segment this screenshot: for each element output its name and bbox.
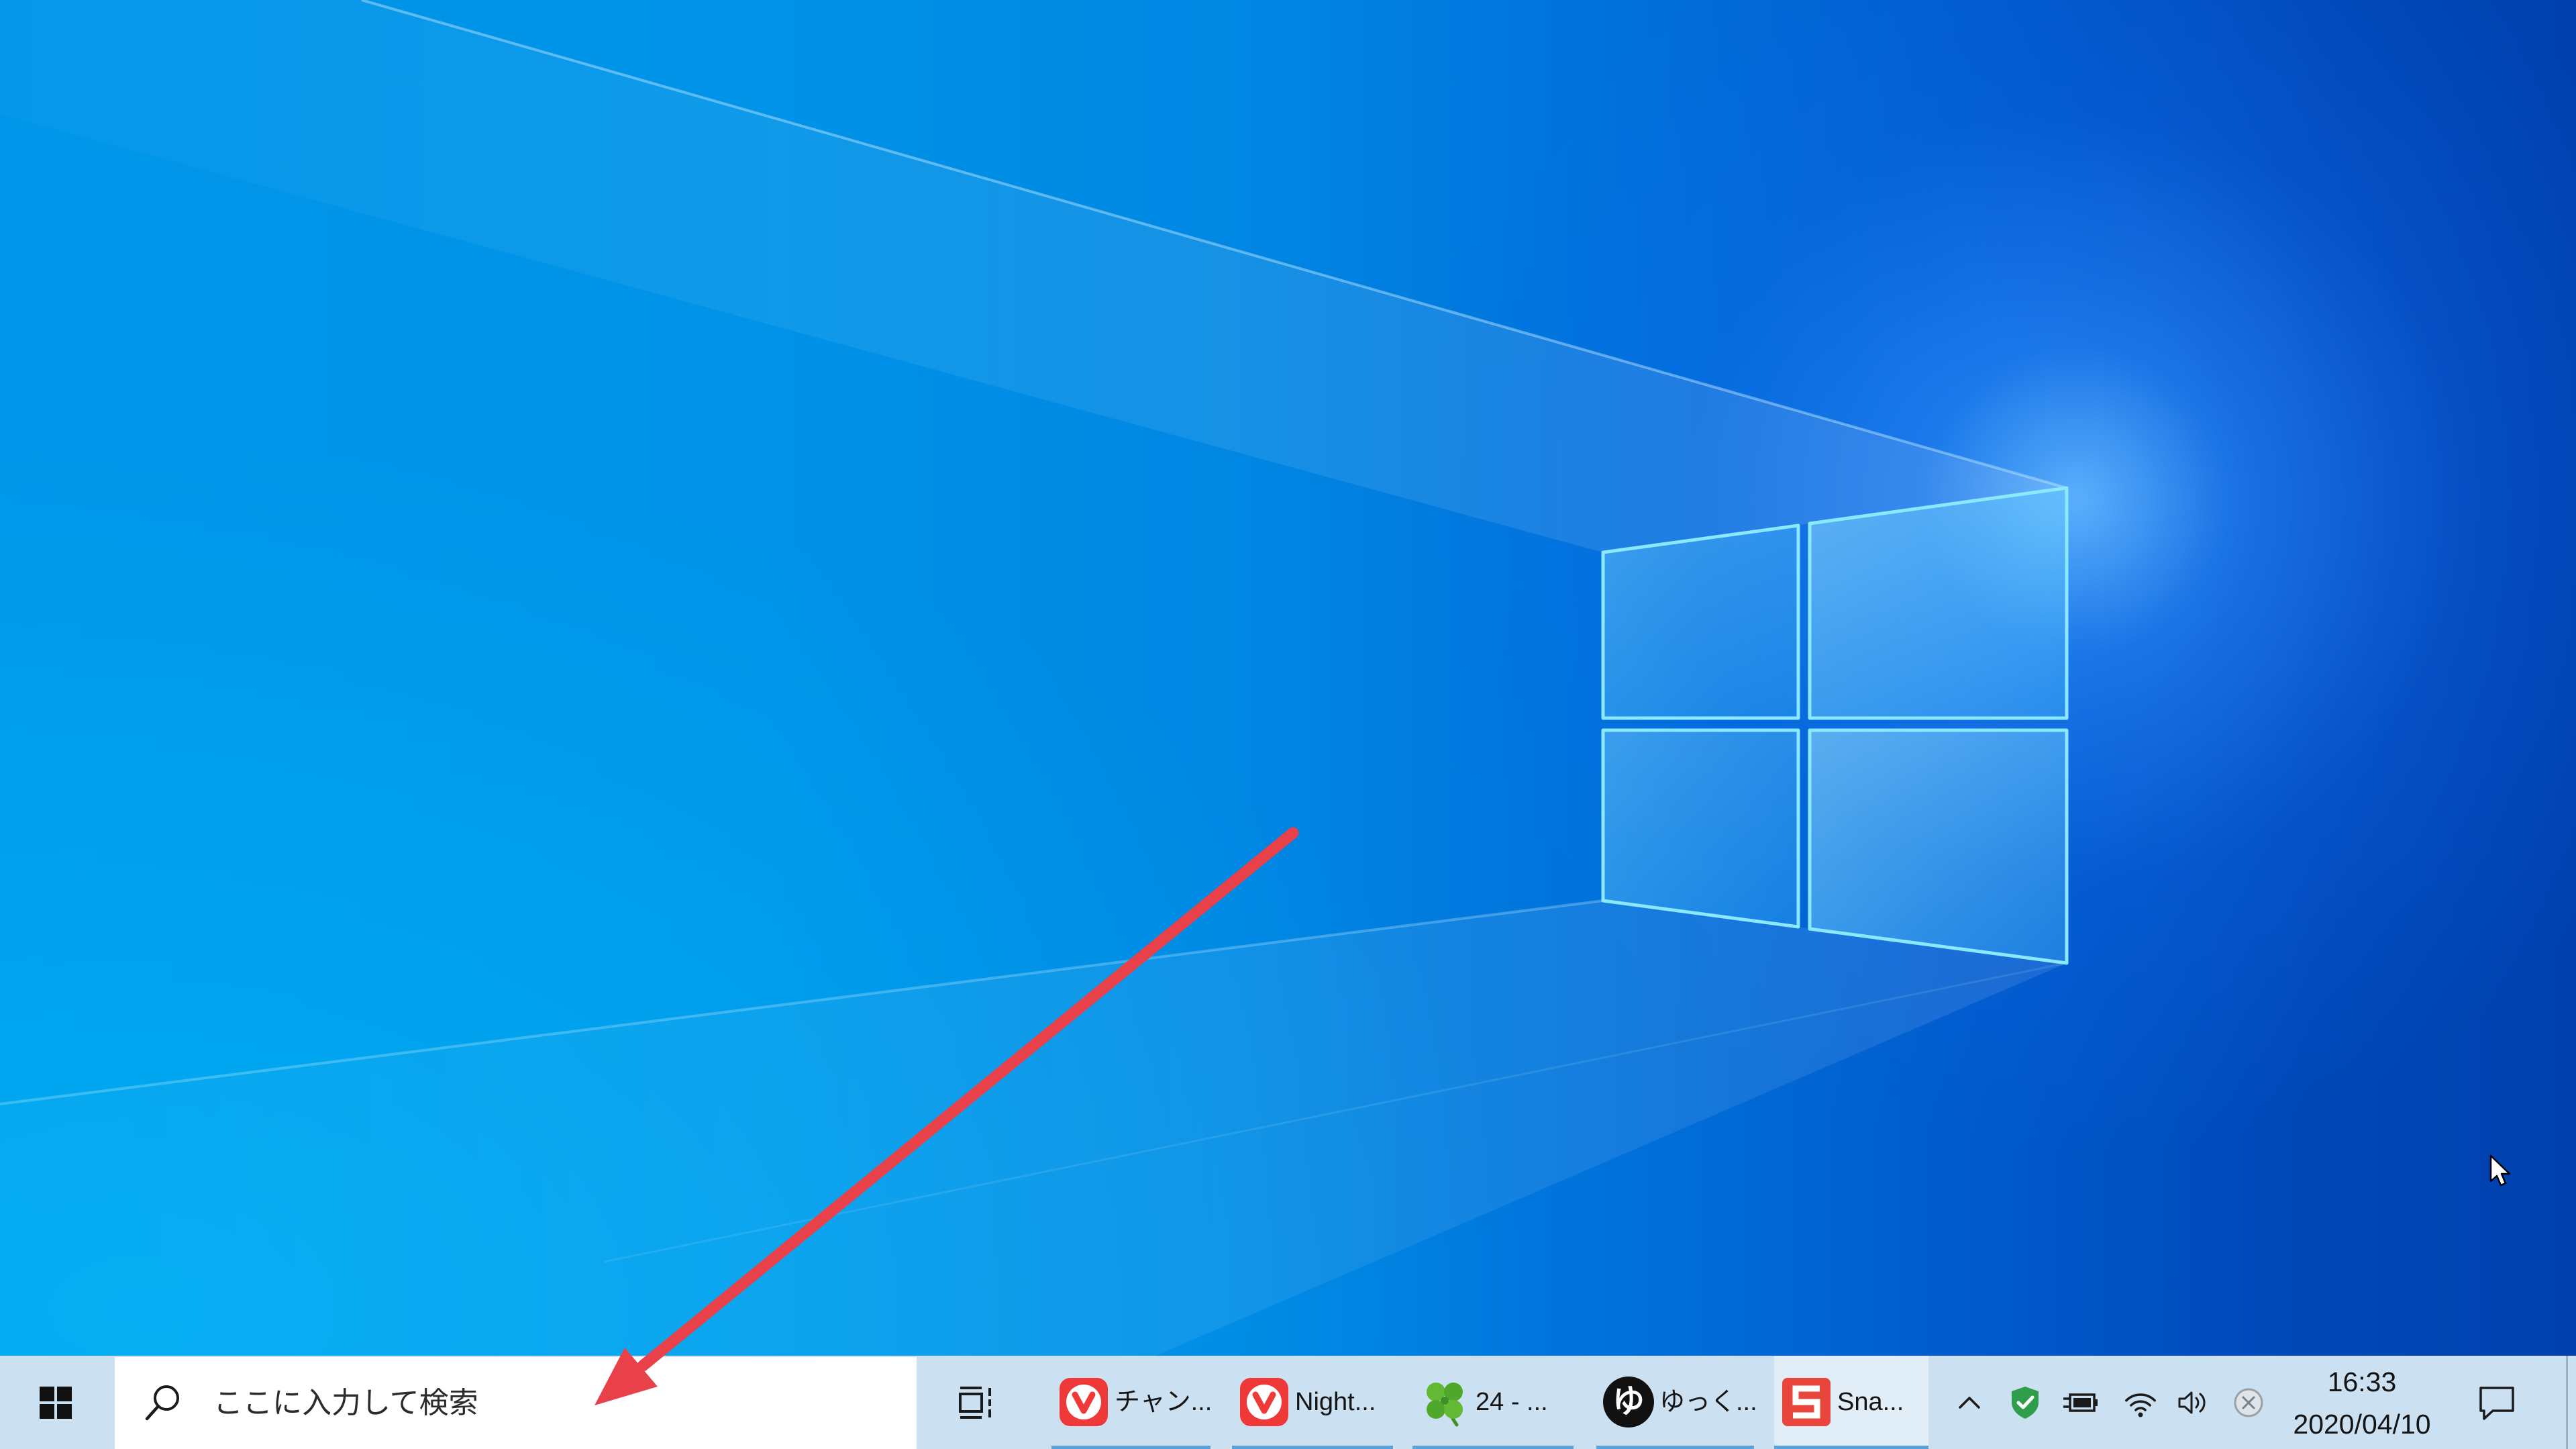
task-view-button[interactable] [939,1356,1013,1449]
clock-date: 2020/04/10 [2293,1409,2431,1440]
close-circle-icon [2234,1388,2263,1417]
show-hidden-icons-button[interactable] [1946,1356,1993,1449]
taskbar-app-clover[interactable]: 24 - ... [1412,1356,1574,1449]
battery-tray-button[interactable] [2054,1356,2108,1449]
vivaldi-icon [1058,1377,1109,1428]
mouse-pointer-icon [2489,1154,2511,1187]
security-tray-button[interactable] [2002,1356,2049,1449]
running-indicator [1232,1446,1393,1449]
logo-pane-top-right [1808,486,2069,720]
shield-icon [2012,1386,2039,1419]
wallpaper-scene [0,0,2069,1449]
chevron-up-icon [1959,1396,1980,1409]
running-indicator [1051,1446,1210,1449]
notification-icon [2479,1386,2514,1420]
network-tray-button[interactable] [2114,1356,2167,1449]
snagit-icon [1781,1377,1832,1428]
action-center-button[interactable] [2460,1356,2534,1449]
task-view-icon [959,1386,991,1419]
clover-icon [1419,1377,1470,1428]
logo-pane-bottom-right [1808,728,2069,965]
taskbar-app-label: 24 - ... [1476,1388,1548,1416]
taskbar: チャン... Night... 24 - ... [0,1356,2576,1449]
taskbar-app-label: Night... [1295,1388,1376,1416]
taskbar-app-yukkuri[interactable]: ゆ ゆっく... [1596,1356,1757,1449]
taskbar-app-label: Sna... [1837,1388,1904,1416]
yukkuri-icon: ゆ [1603,1377,1654,1428]
start-button[interactable] [0,1356,111,1449]
search-box[interactable] [115,1357,917,1449]
logo-pane-top-left [1601,523,1800,720]
wifi-icon [2125,1393,2156,1417]
disconnected-tray-button[interactable] [2222,1356,2275,1449]
running-indicator [1596,1446,1754,1449]
windows-logo-icon [1601,486,2069,965]
volume-tray-button[interactable] [2166,1356,2220,1449]
desktop [0,0,2576,1449]
running-indicator [1412,1446,1574,1449]
taskbar-app-label: ゆっく... [1659,1388,1757,1416]
light-beam [0,0,2067,552]
power-battery-icon [2063,1393,2098,1412]
taskbar-app-vivaldi-2[interactable]: Night... [1232,1356,1393,1449]
clock[interactable]: 16:33 2020/04/10 [2285,1361,2439,1446]
taskbar-app-vivaldi-1[interactable]: チャン... [1051,1356,1213,1449]
running-indicator [1774,1446,1928,1449]
yukkuri-icon-glyph: ゆ [1603,1377,1654,1428]
taskbar-app-label: チャン... [1115,1388,1213,1416]
volume-icon [2178,1391,2206,1413]
search-input[interactable] [213,1357,898,1449]
search-icon [145,1385,179,1421]
clock-time: 16:33 [2327,1366,2397,1397]
taskbar-app-snagit[interactable]: Sna... [1774,1356,1928,1449]
vivaldi-icon [1239,1377,1290,1428]
logo-pane-bottom-left [1601,728,1800,929]
windows-start-icon [40,1386,72,1419]
show-desktop-button[interactable] [2566,1356,2576,1449]
